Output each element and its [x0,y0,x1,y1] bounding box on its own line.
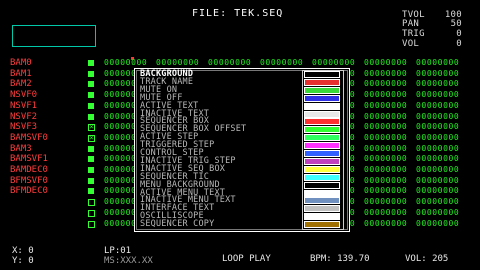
sequencer-block[interactable]: 00000000 [416,176,459,186]
file-title: FILE: TEK.SEQ [192,8,284,19]
mute-toggle-muted[interactable]: × [88,124,95,131]
sequencer-block[interactable]: 00000000 [364,219,407,229]
pan-value[interactable]: 50 [442,19,462,29]
track-name[interactable]: BAMSVF0 [10,133,70,143]
sequencer-block[interactable]: 00000000 [416,112,459,122]
mute-toggle[interactable] [88,92,94,98]
sequencer-block[interactable]: 00000000 [208,58,251,68]
sequencer-block[interactable]: 00000000 [364,154,407,164]
sequencer-block[interactable]: 00000000 [364,112,407,122]
sequencer-block[interactable]: 00000000 [416,208,459,218]
sequencer-block[interactable]: 00000000 [416,90,459,100]
mute-toggle[interactable] [88,221,95,228]
sequencer-block[interactable]: 00000000 [364,186,407,196]
color-palette [302,70,344,230]
sequencer-block[interactable]: 00000000 [364,122,407,132]
mute-toggle[interactable] [88,188,94,194]
milliseconds: MS:XXX.XX [104,256,153,266]
bpm-readout[interactable]: BPM: 139.70 [310,254,370,264]
mute-toggle[interactable] [88,71,94,77]
sequencer-block[interactable]: 00000000 [416,165,459,175]
sequencer-block[interactable]: 00000000 [416,186,459,196]
oscilloscope-display [12,25,96,47]
sequencer-block[interactable]: 00000000 [156,58,199,68]
track-name[interactable]: BFMSVF0 [10,176,70,186]
track-name[interactable]: NSVF0 [10,90,70,100]
mute-toggle[interactable] [88,210,95,217]
sequencer-block[interactable]: 00000000 [364,197,407,207]
sequencer-block[interactable]: 00000000 [364,79,407,89]
track-name[interactable]: BFMDEC0 [10,186,70,196]
mute-toggle[interactable] [88,146,94,152]
sequencer-block[interactable]: 00000000 [416,197,459,207]
track-name[interactable]: BAM0 [10,58,70,68]
sequencer-block[interactable]: 00000000 [364,101,407,111]
x-coordinate: X: 0 [12,246,34,256]
pan-label: PAN [402,19,420,29]
sequencer-block[interactable]: 00000000 [416,101,459,111]
track-name[interactable]: BAM2 [10,79,70,89]
mute-toggle[interactable] [88,167,94,173]
track-name[interactable]: NSVF1 [10,101,70,111]
play-mode[interactable]: LOOP PLAY [222,254,271,264]
mute-toggle[interactable] [88,114,94,120]
sequencer-block[interactable]: 00000000 [312,58,355,68]
loop-point: LP:01 [104,246,132,256]
track-name[interactable]: BAM3 [10,144,70,154]
sequencer-block[interactable]: 00000000 [364,90,407,100]
mute-toggle[interactable] [88,60,94,66]
sequencer-block[interactable]: 00000000 [416,79,459,89]
track-name[interactable]: NSVF2 [10,112,70,122]
sequencer-block[interactable]: 00000000 [416,69,459,79]
y-coordinate: Y: 0 [12,256,34,266]
track-name[interactable]: BAMDEC0 [10,165,70,175]
mute-toggle[interactable] [88,199,95,206]
mute-toggle[interactable] [88,81,94,87]
track-name[interactable]: BAM1 [10,69,70,79]
mute-toggle-muted[interactable]: × [88,135,95,142]
color-menu-item[interactable]: SEQUENCER COPY [140,220,310,229]
sequencer-block[interactable]: 00000000 [364,176,407,186]
sequencer-block[interactable]: 00000000 [416,58,459,68]
sequencer-block[interactable]: 00000000 [260,58,303,68]
sequencer-block[interactable]: 00000000 [364,144,407,154]
sequencer-block[interactable]: 00000000 [364,69,407,79]
sequencer-block[interactable]: 00000000 [416,122,459,132]
sequencer-row[interactable]: 00000000 00000000 00000000 00000000 00000000… [104,58,474,68]
sequencer-block[interactable]: 00000000 [416,133,459,143]
sequencer-block[interactable]: 00000000 [416,144,459,154]
sequencer-block[interactable]: 00000000 [364,208,407,218]
mute-toggle[interactable] [88,156,94,162]
vol-value[interactable]: 0 [442,39,462,49]
sequencer-block[interactable]: 00000000 [364,133,407,143]
trig-label: TRIG [402,29,425,39]
volume-readout[interactable]: VOL: 205 [405,254,448,264]
track-name[interactable]: BAMSVF1 [10,154,70,164]
mute-toggle[interactable] [88,178,94,184]
sequencer-block[interactable]: 00000000 [104,58,147,68]
sequencer-block[interactable]: 00000000 [416,219,459,229]
track-name[interactable]: NSVF3 [10,122,70,132]
vol-label: VOL [402,39,420,49]
sequencer-block[interactable]: 00000000 [364,58,407,68]
mute-toggle[interactable] [88,103,94,109]
sequencer-block[interactable]: 00000000 [416,154,459,164]
trig-value[interactable]: 0 [442,29,462,39]
sequencer-block[interactable]: 00000000 [364,165,407,175]
